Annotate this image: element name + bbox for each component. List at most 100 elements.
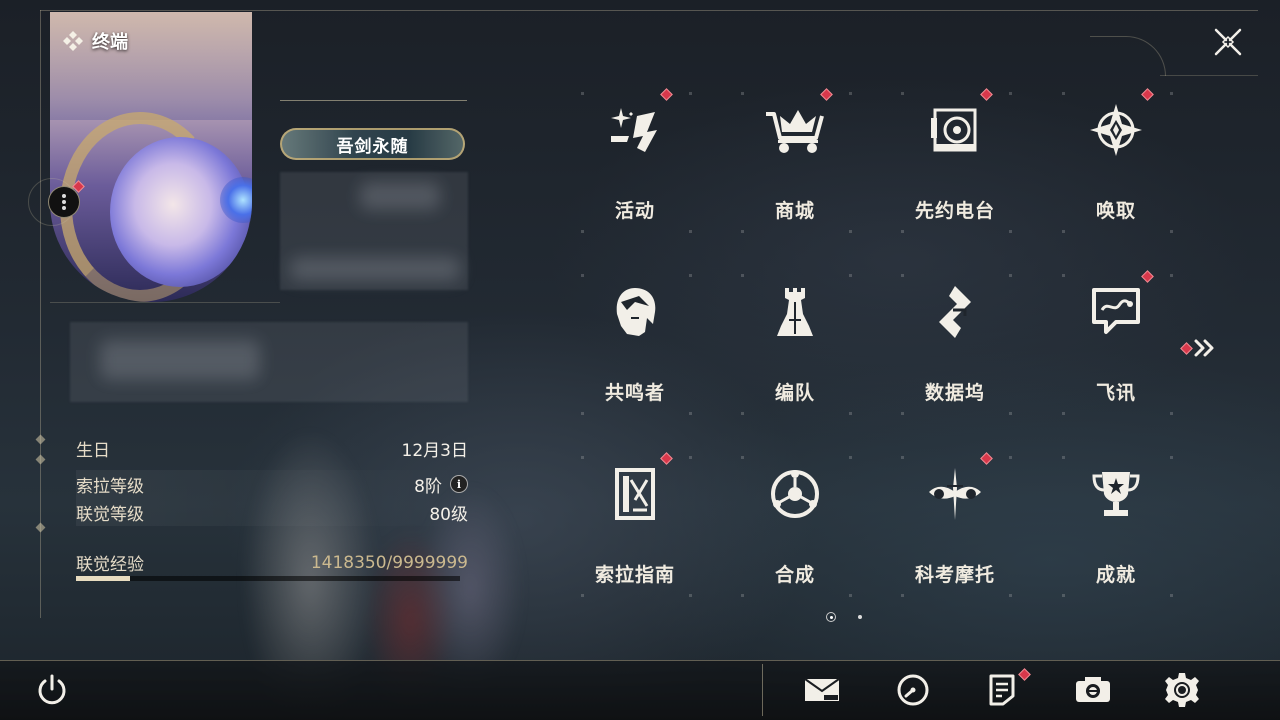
menu-item-label: 索拉指南 xyxy=(594,564,675,586)
bottom-bar-divider xyxy=(762,664,763,716)
page-dot[interactable] xyxy=(858,615,862,619)
menu-item[interactable]: 共鸣者 xyxy=(575,268,695,418)
history-button[interactable] xyxy=(891,668,935,712)
menu-item-label: 唤取 xyxy=(1095,200,1136,222)
menu-item-corner xyxy=(1170,230,1173,233)
player-portrait[interactable] xyxy=(50,12,252,302)
radio-speaker-icon xyxy=(923,98,987,162)
menu-item[interactable]: 飞讯 xyxy=(1056,268,1176,418)
menu-item-corner xyxy=(901,230,904,233)
settings-button[interactable] xyxy=(1160,668,1204,712)
compass-star-icon xyxy=(1084,98,1148,162)
rail-tick xyxy=(35,434,46,445)
redacted-name xyxy=(360,182,440,210)
camera-button[interactable] xyxy=(1071,668,1115,712)
sola-level-row: 索拉等级 8阶 i xyxy=(76,470,468,498)
sola-level-label: 索拉等级 xyxy=(76,476,144,497)
menu-item-label: 数据坞 xyxy=(924,382,985,404)
menu-item-corner xyxy=(1062,456,1065,459)
menu-item-corner xyxy=(901,92,904,95)
menu-item-corner xyxy=(689,594,692,597)
menu-item-corner xyxy=(1062,92,1065,95)
settings-gear-icon xyxy=(1165,673,1199,707)
menu-item[interactable]: 索拉指南 xyxy=(575,450,695,600)
menu-item-label: 编队 xyxy=(774,382,815,404)
trophy-icon xyxy=(1084,462,1148,526)
menu-item-corner xyxy=(849,92,852,95)
guide-book-icon xyxy=(603,462,667,526)
birthday-value: 12月3日 xyxy=(401,441,468,461)
menu-item-corner xyxy=(741,412,744,415)
page-dot-active[interactable] xyxy=(826,612,836,622)
next-page-button[interactable] xyxy=(1180,338,1217,358)
menu-item[interactable]: 数据坞 xyxy=(895,268,1015,418)
menu-item-corner xyxy=(849,412,852,415)
union-level-row: 联觉等级 80级 xyxy=(76,498,468,526)
menu-item-corner xyxy=(689,274,692,277)
redacted-signature xyxy=(100,340,260,380)
menu-item-corner xyxy=(1062,412,1065,415)
close-x-icon xyxy=(1214,28,1242,56)
union-level-value: 80级 xyxy=(429,504,468,525)
info-icon[interactable]: i xyxy=(450,475,468,493)
menu-item-corner xyxy=(689,456,692,459)
menu-item-corner xyxy=(1009,92,1012,95)
menu-item-label: 飞讯 xyxy=(1095,382,1136,404)
mail-button[interactable] xyxy=(800,668,844,712)
menu-item-corner xyxy=(1009,594,1012,597)
profile-more-button[interactable] xyxy=(48,186,80,218)
frame-top-line xyxy=(40,10,1258,11)
menu-item-corner xyxy=(849,594,852,597)
header-arc-decoration xyxy=(1090,36,1166,76)
union-exp-row: 联觉经验 1418350/9999999 xyxy=(76,550,468,576)
menu-item[interactable]: 成就 xyxy=(1056,450,1176,600)
rail-tick xyxy=(35,522,46,533)
motorbike-icon xyxy=(923,462,987,526)
menu-item-label: 成就 xyxy=(1095,564,1136,586)
menu-item-corner xyxy=(741,274,744,277)
menu-item-corner xyxy=(689,412,692,415)
union-exp-label: 联觉经验 xyxy=(76,555,144,575)
union-level-label: 联觉等级 xyxy=(76,504,144,525)
menu-item-corner xyxy=(1170,456,1173,459)
crown-cart-icon xyxy=(763,98,827,162)
menu-item[interactable]: 先约电台 xyxy=(895,86,1015,236)
menu-item[interactable]: 商城 xyxy=(735,86,855,236)
title-badge-text: 吾剑永随 xyxy=(336,136,409,157)
birthday-label: 生日 xyxy=(76,441,110,461)
menu-item-corner xyxy=(1009,412,1012,415)
menu-item-corner xyxy=(901,412,904,415)
mail-icon xyxy=(804,678,840,701)
menu-item-corner xyxy=(741,456,744,459)
menu-item-corner xyxy=(1170,274,1173,277)
menu-item-corner xyxy=(849,274,852,277)
notice-button[interactable] xyxy=(980,668,1031,712)
menu-item-corner xyxy=(581,230,584,233)
menu-item[interactable]: 唤取 xyxy=(1056,86,1176,236)
menu-item[interactable]: 科考摩托 xyxy=(895,450,1015,600)
menu-item[interactable]: 活动 xyxy=(575,86,695,236)
clock-icon xyxy=(897,674,929,706)
synthesis-orb-icon xyxy=(763,462,827,526)
next-page-badge xyxy=(1180,341,1193,355)
menu-item-corner xyxy=(581,92,584,95)
power-button[interactable] xyxy=(30,668,74,712)
notice-icon xyxy=(989,674,1015,706)
close-button[interactable] xyxy=(1208,22,1248,62)
name-divider xyxy=(280,100,467,101)
menu-item[interactable]: 合成 xyxy=(735,450,855,600)
menu-item-corner xyxy=(741,230,744,233)
more-vertical-icon xyxy=(62,194,66,210)
title-badge[interactable]: 吾剑永随 xyxy=(280,128,465,160)
redacted-uid xyxy=(290,257,460,281)
menu-item-corner xyxy=(1062,594,1065,597)
power-icon xyxy=(38,674,66,705)
page-title: 终端 xyxy=(62,28,128,54)
chat-message-icon xyxy=(1084,280,1148,344)
sola-level-value: 8阶 xyxy=(414,476,442,497)
rail-tick xyxy=(35,454,46,465)
frame-right-line xyxy=(1160,75,1258,76)
menu-item-label: 合成 xyxy=(774,564,815,586)
menu-item[interactable]: 编队 xyxy=(735,268,855,418)
menu-item-corner xyxy=(581,456,584,459)
